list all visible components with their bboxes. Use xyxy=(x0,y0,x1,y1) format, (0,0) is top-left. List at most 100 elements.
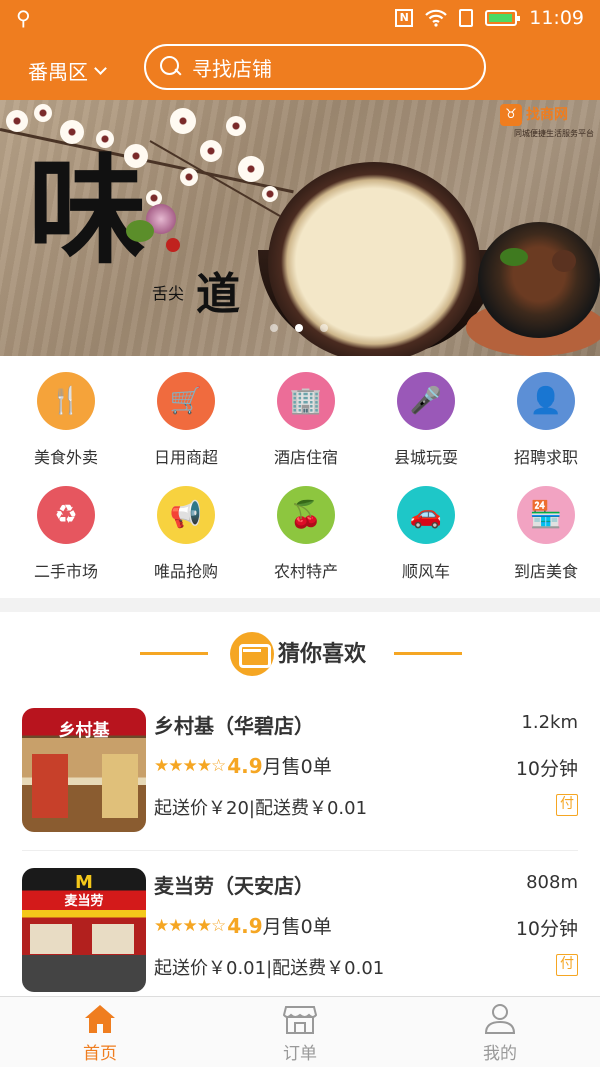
person-icon: 👤 xyxy=(517,372,575,430)
cherry-icon: 🍒 xyxy=(277,486,335,544)
usb-icon: ⚲ xyxy=(16,6,31,30)
header-line-right xyxy=(394,652,462,655)
blossom xyxy=(226,116,246,136)
store-distance: 1.2km xyxy=(521,712,578,733)
search-input[interactable]: 寻找店铺 xyxy=(144,44,486,90)
category-item[interactable]: 👤 招聘求职 xyxy=(486,372,600,468)
blossom xyxy=(238,156,264,182)
veggie xyxy=(166,238,180,252)
category-label: 酒店住宿 xyxy=(273,448,338,467)
district-label: 番禺区 xyxy=(28,60,88,84)
shop-interior xyxy=(102,754,138,818)
blossom xyxy=(262,186,278,202)
blossom xyxy=(34,104,52,122)
delivery-time: 10分钟 xyxy=(515,758,578,780)
category-item[interactable]: 🏪 到店美食 xyxy=(486,486,600,582)
rating-row: ★★★★☆ 4.9 月售0单 xyxy=(154,752,332,779)
fork-knife-icon: 🍴 xyxy=(37,372,95,430)
status-bar: ⚲ N 11:09 xyxy=(0,0,600,36)
store-sales: 月售0单 xyxy=(262,916,332,938)
store-card[interactable]: M 麦当劳 麦当劳（天安店） 808m ★★★★☆ 4.9 月售0单 10分钟 … xyxy=(0,868,600,1008)
divider xyxy=(22,850,578,851)
microphone-icon: 🎤 xyxy=(397,372,455,430)
category-item[interactable]: 🍴 美食外卖 xyxy=(6,372,126,468)
nav-home-label: 首页 xyxy=(83,1044,117,1064)
district-selector[interactable]: 番禺区 xyxy=(28,56,107,85)
nav-home[interactable]: 首页 xyxy=(0,997,200,1067)
category-item[interactable]: 🛒 日用商超 xyxy=(126,372,246,468)
category-item[interactable]: ♻ 二手市场 xyxy=(6,486,126,582)
veggie xyxy=(126,220,154,242)
category-label: 顺风车 xyxy=(401,562,450,581)
rating-row: ★★★★☆ 4.9 月售0单 xyxy=(154,912,332,939)
building-icon: 🏢 xyxy=(277,372,335,430)
category-grid: 🍴 美食外卖 🛒 日用商超 🏢 酒店住宿 🎤 县城玩耍 👤 招聘求职 ♻ 二手市场 📢 唯品抢购 🍒 农村特产… xyxy=(0,356,600,598)
store-card[interactable]: 乡村基 乡村基（华碧店） 1.2km ★★★★☆ 4.9 月售0单 10分钟 起… xyxy=(0,708,600,848)
category-label: 日用商超 xyxy=(153,448,218,467)
banner-big-char: 味 xyxy=(28,141,147,280)
category-label: 县城玩耍 xyxy=(393,448,458,467)
delivery-fee: 起送价￥0.01|配送费￥0.01 xyxy=(154,958,385,979)
nav-profile[interactable]: 我的 xyxy=(400,997,600,1067)
banner-subtitle: 舌尖 xyxy=(152,284,185,303)
brand-logo: ♉ 找商网 同城便捷生活服务平台 xyxy=(498,102,594,138)
category-item[interactable]: 🎤 县城玩耍 xyxy=(366,372,486,468)
heart-recycle-icon: ♻ xyxy=(37,486,95,544)
user-icon xyxy=(484,1004,516,1034)
store-score: 4.9 xyxy=(227,753,263,778)
nav-orders[interactable]: 订单 xyxy=(200,997,400,1067)
brand-slogan: 同城便捷生活服务平台 xyxy=(514,129,594,138)
nav-orders-label: 订单 xyxy=(283,1044,317,1064)
delivery-time: 10分钟 xyxy=(515,918,578,940)
pagination-dot-active[interactable] xyxy=(295,324,303,332)
star-rating-icon: ★★★★☆ xyxy=(154,915,226,936)
section-header: 猜你喜欢 xyxy=(0,630,600,676)
nav-profile-label: 我的 xyxy=(483,1044,517,1064)
battery-icon xyxy=(485,10,521,26)
ox-icon: ♉ xyxy=(500,104,522,126)
category-label: 二手市场 xyxy=(33,562,98,581)
pagination-dot[interactable] xyxy=(270,324,278,332)
bottom-nav: 首页 订单 我的 xyxy=(0,996,600,1067)
shop-interior xyxy=(32,754,68,818)
promo-banner[interactable]: 味 舌尖 道 ♉ 找商网 同城便捷生活服务平台 xyxy=(0,100,600,356)
store-score: 4.9 xyxy=(227,913,263,938)
category-label: 招聘求职 xyxy=(513,448,578,467)
star-rating-icon: ★★★★☆ xyxy=(154,755,226,776)
search-placeholder: 寻找店铺 xyxy=(192,56,272,81)
veggie xyxy=(500,248,528,266)
store-name: 乡村基（华碧店） xyxy=(154,714,314,738)
store-distance: 808m xyxy=(526,872,578,893)
store-thumbnail: M 麦当劳 xyxy=(22,868,146,992)
category-label: 农村特产 xyxy=(273,562,338,581)
blossom xyxy=(170,108,196,134)
banner-pagination[interactable] xyxy=(270,324,328,332)
category-label: 唯品抢购 xyxy=(153,562,218,581)
pay-badge: 付 xyxy=(556,954,578,976)
category-label: 到店美食 xyxy=(513,562,578,581)
category-item[interactable]: 🚗 顺风车 xyxy=(366,486,486,582)
app-screen: ⚲ N 11:09 番禺区 寻找店铺 味 舌尖 道 ♉ 找商网 同城便捷生活服务… xyxy=(0,0,600,1067)
blossom xyxy=(6,110,28,132)
wifi-icon xyxy=(425,9,448,27)
blossom xyxy=(200,140,222,162)
phone-cart-icon: 🛒 xyxy=(157,372,215,430)
store-sign: 乡村基 xyxy=(58,721,110,741)
sim-icon xyxy=(459,9,474,27)
header-line-left xyxy=(140,652,208,655)
stone-bowl-dish xyxy=(478,222,600,338)
store-sales: 月售0单 xyxy=(262,756,332,778)
store-sign: 麦当劳 xyxy=(64,894,104,909)
car-icon: 🚗 xyxy=(397,486,455,544)
category-item[interactable]: 🏢 酒店住宿 xyxy=(246,372,366,468)
category-item[interactable]: 🍒 农村特产 xyxy=(246,486,366,582)
top-header: 番禺区 寻找店铺 xyxy=(0,36,600,100)
blossom xyxy=(180,168,198,186)
store-name: 麦当劳（天安店） xyxy=(154,874,314,898)
store-badge-icon xyxy=(230,632,274,676)
section-title: 猜你喜欢 xyxy=(278,642,367,667)
home-icon xyxy=(85,1005,115,1033)
pagination-dot[interactable] xyxy=(320,324,328,332)
delivery-fee: 起送价￥20|配送费￥0.01 xyxy=(154,798,368,819)
category-item[interactable]: 📢 唯品抢购 xyxy=(126,486,246,582)
